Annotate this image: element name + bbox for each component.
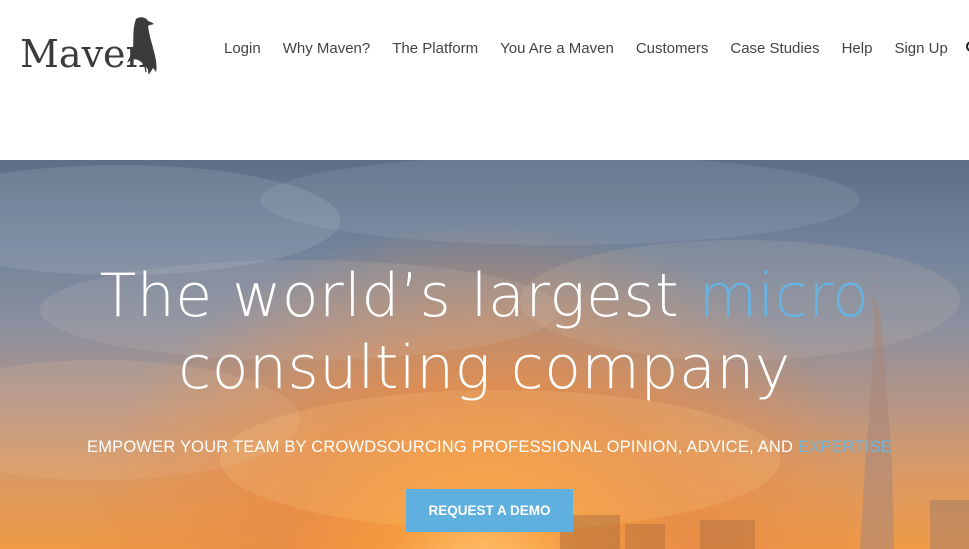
nav-login[interactable]: Login	[213, 40, 272, 57]
main-nav: Login Why Maven? The Platform You Are a …	[213, 36, 969, 60]
nav-customers[interactable]: Customers	[625, 40, 720, 57]
hero-subheading: EMPOWER YOUR TEAM BY CROWDSOURCING PROFE…	[0, 438, 969, 457]
nav-help[interactable]: Help	[831, 40, 884, 57]
hero-section: The world’s largest micro consulting com…	[0, 160, 969, 549]
site-header: Maven Login Why Maven? The Platform You …	[0, 0, 969, 160]
subhead-accent: EXPERTISE	[797, 438, 892, 456]
nav-you-are-a-maven[interactable]: You Are a Maven	[489, 40, 625, 57]
subhead-text: EMPOWER YOUR TEAM BY CROWDSOURCING PROFE…	[86, 438, 798, 456]
nav-sign-up[interactable]: Sign Up	[883, 40, 958, 57]
nav-case-studies[interactable]: Case Studies	[719, 40, 830, 57]
headline-line-1: The world’s largest micro	[0, 260, 969, 332]
headline-text: The world’s largest	[99, 261, 699, 331]
headline-line-2: consulting company	[178, 333, 791, 403]
nav-the-platform[interactable]: The Platform	[381, 40, 489, 57]
request-demo-button[interactable]: REQUEST A DEMO	[406, 489, 573, 532]
search-icon[interactable]	[965, 40, 969, 56]
raven-icon	[127, 17, 157, 75]
nav-why-maven[interactable]: Why Maven?	[272, 40, 382, 57]
hero-headline: The world’s largest micro consulting com…	[0, 260, 969, 404]
maven-logo[interactable]: Maven	[20, 16, 160, 78]
headline-accent: micro	[698, 261, 870, 331]
